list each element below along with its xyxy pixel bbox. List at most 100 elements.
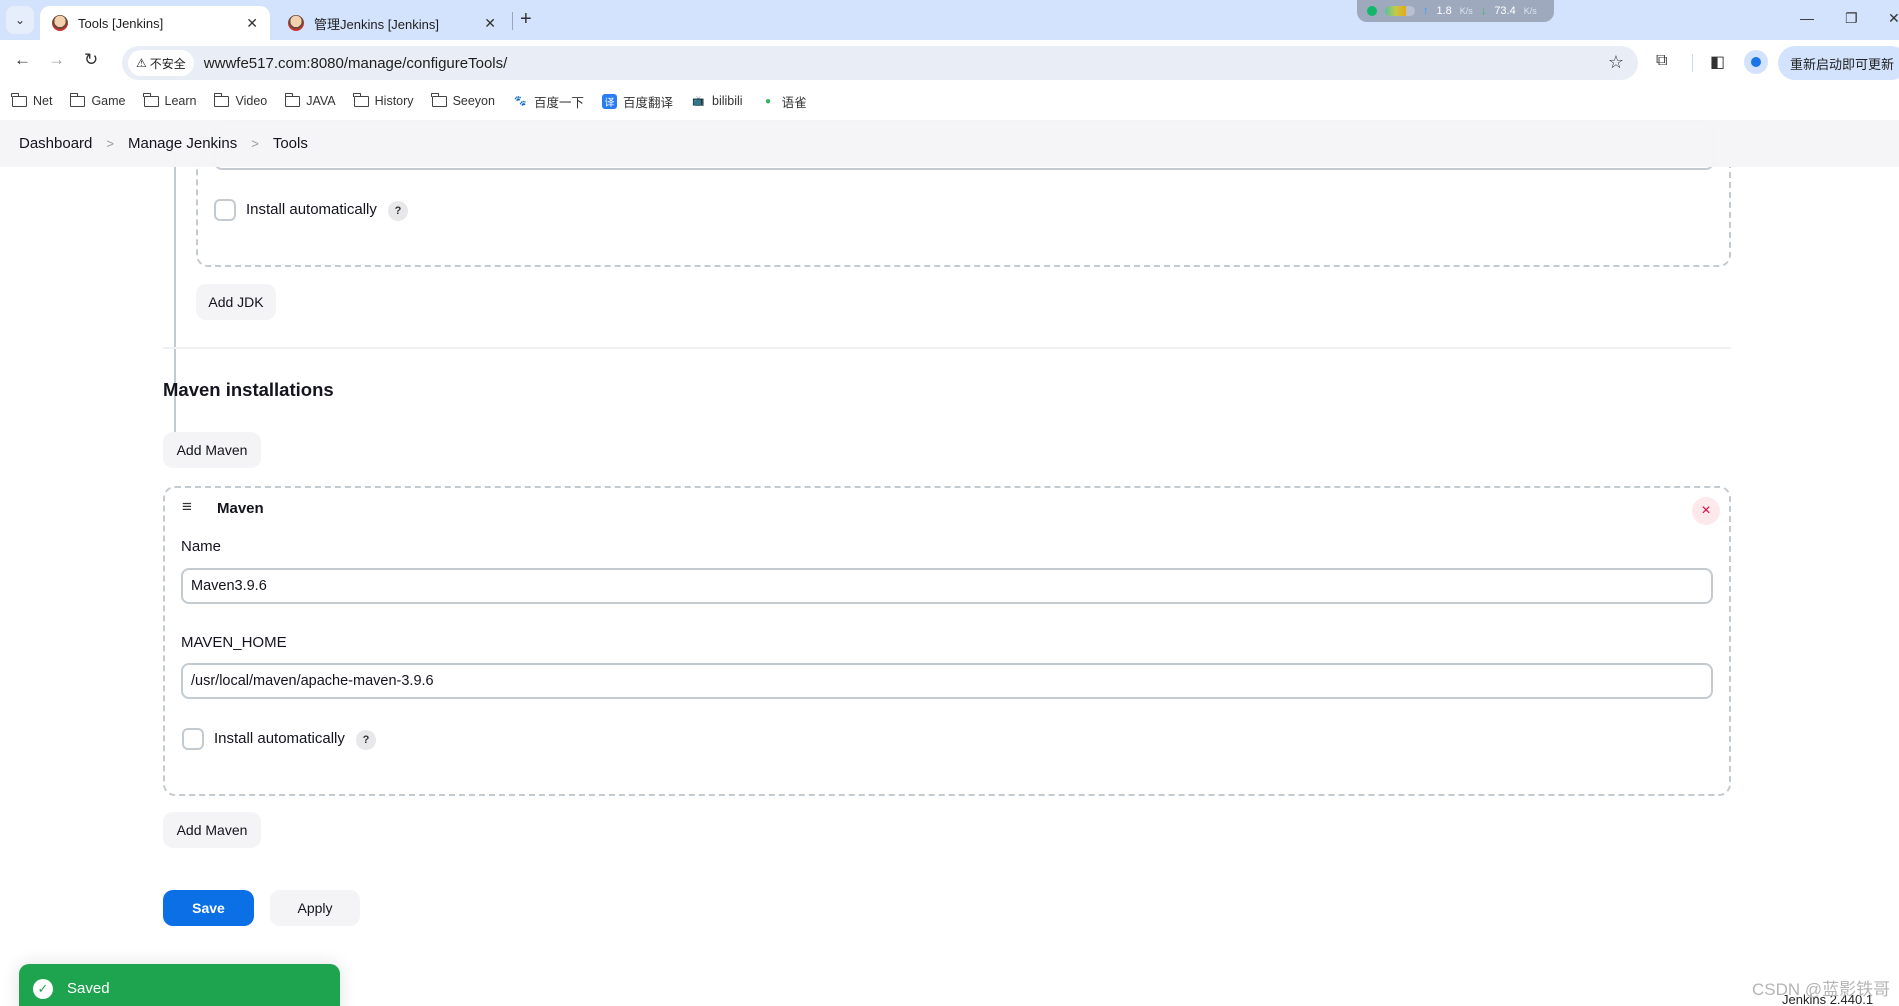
side-panel-icon[interactable]: ◧ bbox=[1710, 52, 1725, 72]
network-monitor-widget: ↑ 1.8 K/s ↓ 73.4 K/s bbox=[1357, 0, 1554, 22]
jenkins-favicon-icon bbox=[288, 15, 304, 31]
maven-name-input[interactable]: Maven3.9.6 bbox=[181, 568, 1713, 604]
browser-tab-manage-jenkins[interactable]: 管理Jenkins [Jenkins] ✕ bbox=[276, 6, 508, 40]
maven-installation-title: Maven bbox=[217, 500, 264, 517]
bookmark-item[interactable]: 📺 bilibili bbox=[691, 93, 743, 109]
jenkins-tools-page: Dashboard > Manage Jenkins > Tools Insta… bbox=[0, 120, 1899, 1006]
breadcrumb-dashboard[interactable]: Dashboard bbox=[19, 135, 92, 152]
folder-icon bbox=[213, 92, 230, 107]
add-maven-button-bottom[interactable]: Add Maven bbox=[163, 812, 261, 848]
breadcrumb-tools[interactable]: Tools bbox=[273, 135, 308, 152]
maven-installations-heading: Maven installations bbox=[163, 379, 334, 400]
bookmark-label: bilibili bbox=[712, 94, 743, 108]
bookmark-label: Learn bbox=[164, 94, 197, 108]
csdn-watermark: CSDN @蓝影铁哥 bbox=[1752, 980, 1891, 999]
bookmark-item[interactable]: History bbox=[353, 92, 414, 108]
toast-message: Saved bbox=[67, 980, 110, 997]
browser-tab-tools[interactable]: Tools [Jenkins] ✕ bbox=[40, 6, 270, 40]
bilibili-tv-icon: 📺 bbox=[691, 93, 706, 109]
bookmark-item[interactable]: Game bbox=[69, 92, 126, 108]
add-maven-button-top[interactable]: Add Maven bbox=[163, 432, 261, 468]
download-arrow-icon: ↓ bbox=[1480, 5, 1487, 17]
address-bar[interactable]: ⚠ 不安全 wwwfe517.com:8080/manage/configure… bbox=[122, 46, 1638, 80]
tab-search-button[interactable]: ⌄ bbox=[6, 6, 34, 34]
toolbar-divider bbox=[1692, 54, 1693, 72]
update-restart-button[interactable]: 重新启动即可更新 bbox=[1778, 46, 1899, 80]
bookmark-star-icon[interactable]: ☆ bbox=[1608, 52, 1624, 73]
reload-icon[interactable]: ↻ bbox=[84, 50, 98, 70]
security-indicator[interactable]: ⚠ 不安全 bbox=[128, 50, 194, 76]
new-tab-button[interactable]: + bbox=[520, 8, 532, 31]
jdk-install-automatically-label: Install automatically bbox=[246, 201, 377, 218]
help-icon[interactable]: ? bbox=[388, 201, 408, 221]
bookmark-label: History bbox=[374, 94, 414, 108]
bookmark-item[interactable]: Net bbox=[11, 92, 53, 108]
close-window-icon[interactable]: ✕ bbox=[1888, 10, 1899, 27]
bookmark-item[interactable]: Seeyon bbox=[430, 92, 495, 108]
bookmark-item[interactable]: JAVA bbox=[284, 92, 336, 108]
add-jdk-button[interactable]: Add JDK bbox=[196, 284, 276, 320]
bookmark-item[interactable]: 译百度翻译 bbox=[601, 92, 673, 111]
folder-icon bbox=[284, 92, 301, 107]
bookmark-label: Net bbox=[33, 94, 53, 108]
folder-icon bbox=[11, 92, 27, 107]
forward-arrow-icon[interactable]: → bbox=[48, 50, 65, 70]
bookmark-label: 语雀 bbox=[781, 95, 807, 110]
back-arrow-icon[interactable]: ← bbox=[14, 50, 31, 70]
bookmark-item[interactable]: ● 语雀 bbox=[760, 92, 807, 111]
maven-install-automatically-label: Install automatically bbox=[214, 730, 345, 747]
bookmark-label: JAVA bbox=[306, 94, 336, 108]
bookmark-item[interactable]: Learn bbox=[142, 92, 197, 108]
section-divider bbox=[163, 347, 1731, 349]
close-tab-icon[interactable]: ✕ bbox=[246, 15, 258, 32]
minimize-icon[interactable]: — bbox=[1800, 10, 1814, 26]
bookmark-label: 百度一下 bbox=[533, 95, 584, 110]
breadcrumb: Dashboard > Manage Jenkins > Tools bbox=[0, 120, 1899, 167]
save-button[interactable]: Save bbox=[163, 890, 254, 926]
jdk-install-automatically-checkbox[interactable] bbox=[214, 199, 236, 221]
chevron-down-icon: ⌄ bbox=[14, 13, 26, 27]
folder-icon bbox=[142, 92, 159, 107]
drag-handle-icon[interactable]: ≡ bbox=[182, 497, 192, 517]
upload-unit: K/s bbox=[1459, 6, 1473, 16]
profile-avatar-icon[interactable] bbox=[1744, 50, 1768, 74]
browser-toolbar: ← → ↻ ⚠ 不安全 wwwfe517.com:8080/manage/con… bbox=[0, 40, 1899, 84]
saved-notification-toast: ✓ Saved bbox=[19, 964, 340, 1006]
translate-icon: 译 bbox=[601, 93, 617, 109]
extensions-puzzle-icon[interactable]: ⧉ bbox=[1656, 52, 1667, 70]
folder-icon bbox=[430, 92, 447, 107]
remove-installation-close-icon[interactable]: × bbox=[1692, 497, 1720, 525]
status-dot-icon bbox=[1367, 6, 1377, 16]
download-unit: K/s bbox=[1523, 6, 1537, 16]
close-tab-icon[interactable]: ✕ bbox=[484, 15, 496, 32]
apply-button[interactable]: Apply bbox=[270, 890, 360, 926]
browser-tab-strip: ⌄ Tools [Jenkins] ✕ 管理Jenkins [Jenkins] … bbox=[0, 0, 1899, 40]
check-circle-icon: ✓ bbox=[33, 979, 53, 999]
maven-installation-box bbox=[163, 486, 1731, 796]
maven-home-label: MAVEN_HOME bbox=[181, 634, 287, 651]
upload-speed: 1.8 bbox=[1436, 5, 1452, 17]
url-text[interactable]: wwwfe517.com:8080/manage/configureTools/ bbox=[204, 55, 508, 72]
bookmark-label: Game bbox=[91, 94, 126, 108]
baidu-paw-icon: 🐾 bbox=[512, 93, 528, 109]
maven-install-automatically-checkbox[interactable] bbox=[182, 728, 204, 750]
tab-title: 管理Jenkins [Jenkins] bbox=[314, 16, 439, 32]
bookmark-item[interactable]: 🐾 百度一下 bbox=[512, 92, 584, 111]
bookmark-label: Video bbox=[235, 94, 268, 108]
chevron-right-icon: > bbox=[251, 136, 259, 151]
jenkins-favicon-icon bbox=[52, 15, 68, 31]
bookmark-item[interactable]: Video bbox=[213, 92, 268, 108]
help-icon[interactable]: ? bbox=[356, 730, 376, 750]
folder-icon bbox=[353, 92, 369, 107]
breadcrumb-manage-jenkins[interactable]: Manage Jenkins bbox=[128, 135, 237, 152]
maven-home-input[interactable]: /usr/local/maven/apache-maven-3.9.6 bbox=[181, 663, 1713, 699]
yuque-bird-icon: ● bbox=[760, 93, 776, 109]
restore-icon[interactable]: ❐ bbox=[1845, 10, 1858, 27]
bookmark-label: Seeyon bbox=[452, 94, 495, 108]
folder-icon bbox=[69, 92, 86, 107]
security-label: 不安全 bbox=[149, 56, 186, 71]
download-speed: 73.4 bbox=[1494, 5, 1516, 17]
bookmark-label: 百度翻译 bbox=[622, 95, 673, 110]
chevron-right-icon: > bbox=[106, 136, 114, 151]
bookmarks-bar: Net Game Learn Video JAVA History Seeyon 🐾 百度一下 译… bbox=[0, 88, 1899, 114]
